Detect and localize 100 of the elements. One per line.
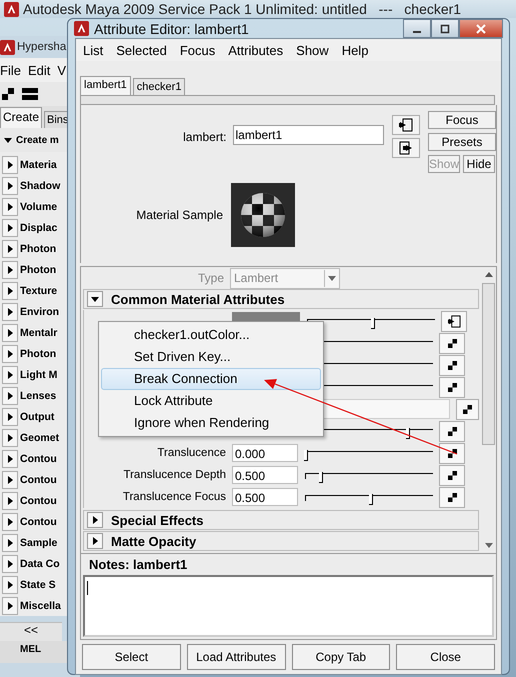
expand-button[interactable] <box>2 156 18 174</box>
expand-button[interactable] <box>2 386 18 404</box>
expand-button[interactable] <box>2 554 18 572</box>
category-item[interactable]: Photon <box>20 348 56 360</box>
category-item[interactable]: Contou <box>20 516 57 528</box>
presets-button[interactable]: Presets <box>428 133 496 151</box>
tab[interactable]: checker1 <box>132 78 186 95</box>
section-header[interactable]: Matte Opacity <box>111 534 196 548</box>
expand-button[interactable] <box>2 324 18 342</box>
context-menu-item[interactable]: checker1.outColor... <box>101 324 321 346</box>
category-item[interactable]: Contou <box>20 452 57 464</box>
menu-item[interactable]: File <box>0 62 21 78</box>
category-item[interactable]: Contou <box>20 474 57 486</box>
category-item[interactable]: Environ <box>20 306 60 318</box>
expand-button[interactable] <box>2 596 18 614</box>
category-item[interactable]: Miscella <box>20 600 61 612</box>
input-connection-button[interactable] <box>392 115 420 135</box>
context-menu-item[interactable]: Set Driven Key... <box>101 346 321 368</box>
slider-thumb[interactable] <box>319 472 324 483</box>
checker-icon[interactable] <box>2 88 14 100</box>
expand-button[interactable] <box>2 408 18 426</box>
expand-button[interactable] <box>2 428 18 446</box>
menu-item[interactable]: Focus <box>180 42 216 58</box>
category-item[interactable]: Light M <box>20 368 58 380</box>
category-item[interactable]: Photon <box>20 264 56 276</box>
category-item[interactable]: Data Co <box>20 558 60 570</box>
expand-button[interactable] <box>2 344 18 362</box>
category-item[interactable]: Lenses <box>20 390 56 402</box>
expand-button[interactable] <box>87 533 103 549</box>
expand-button[interactable] <box>87 512 103 528</box>
map-button[interactable] <box>439 464 465 486</box>
value-field[interactable]: 0.500 <box>232 466 298 484</box>
tab[interactable]: Create <box>0 107 42 128</box>
category-item[interactable]: Shadow <box>20 180 60 192</box>
expand-button[interactable] <box>2 492 18 510</box>
footer-button[interactable]: Load Attributes <box>186 644 286 670</box>
expand-button[interactable] <box>2 512 18 530</box>
expand-icon[interactable] <box>4 138 12 142</box>
category-item[interactable]: Mentalr <box>20 326 58 338</box>
expand-button[interactable] <box>2 302 18 320</box>
section-header[interactable]: Special Effects <box>111 512 204 528</box>
expand-button[interactable] <box>2 260 18 278</box>
category-item[interactable]: Materia <box>20 158 57 170</box>
expand-button[interactable] <box>2 218 18 236</box>
hide-button[interactable]: Hide <box>463 155 495 173</box>
menu-item[interactable]: Edit <box>28 62 50 78</box>
slider-thumb[interactable] <box>370 318 375 329</box>
close-button[interactable] <box>459 19 503 38</box>
category-item[interactable]: Photon <box>20 242 56 254</box>
footer-button[interactable]: Select <box>82 644 181 670</box>
category-item[interactable]: State S <box>20 578 56 590</box>
value-field[interactable]: 0.500 <box>232 488 298 506</box>
category-item[interactable]: Contou <box>20 494 57 506</box>
expand-button[interactable] <box>2 450 18 468</box>
category-item[interactable]: Sample <box>20 536 58 548</box>
map-button[interactable] <box>439 376 465 398</box>
footer-button[interactable]: Close <box>396 644 495 670</box>
map-button[interactable] <box>439 420 465 442</box>
expand-button[interactable] <box>2 198 18 216</box>
name-field[interactable]: lambert1 <box>232 125 384 145</box>
collapse-button[interactable]: << <box>0 622 62 641</box>
category-item[interactable]: Geomet <box>20 432 60 444</box>
menu-item[interactable]: List <box>83 42 104 58</box>
expand-button[interactable] <box>2 240 18 258</box>
notes-field[interactable] <box>83 575 494 637</box>
menu-item[interactable]: Show <box>296 42 329 58</box>
expand-button[interactable] <box>2 176 18 194</box>
output-connection-button[interactable] <box>392 138 420 158</box>
menu-item[interactable]: Help <box>342 42 368 58</box>
menu-item[interactable]: Attributes <box>228 42 284 58</box>
expand-button[interactable] <box>87 291 103 307</box>
tab[interactable]: lambert1 <box>80 76 131 95</box>
expand-button[interactable] <box>2 366 18 384</box>
map-button[interactable] <box>441 310 467 332</box>
slider-thumb[interactable] <box>304 450 308 461</box>
context-menu-item[interactable]: Break Connection <box>101 368 321 390</box>
category-item[interactable]: Displac <box>20 222 58 234</box>
expand-button[interactable] <box>2 470 18 488</box>
footer-button[interactable]: Copy Tab <box>292 644 390 670</box>
context-menu-item[interactable]: Ignore when Rendering <box>101 412 321 434</box>
slider-thumb[interactable] <box>368 494 373 505</box>
maximize-button[interactable] <box>431 19 459 38</box>
map-button[interactable] <box>456 398 479 420</box>
expand-button[interactable] <box>2 282 18 300</box>
context-menu-item[interactable]: Lock Attribute <box>101 390 321 412</box>
expand-button[interactable] <box>2 576 18 594</box>
focus-button[interactable]: Focus <box>428 111 496 129</box>
map-button[interactable] <box>439 332 465 354</box>
menu-item[interactable]: Selected <box>116 42 167 58</box>
category-item[interactable]: Texture <box>20 284 58 296</box>
map-button[interactable] <box>439 442 465 464</box>
map-button[interactable] <box>439 354 465 376</box>
category-item[interactable]: Output <box>20 410 54 422</box>
map-button[interactable] <box>439 486 465 508</box>
minimize-button[interactable] <box>403 19 431 38</box>
category-item[interactable]: Volume <box>20 200 58 212</box>
slider-thumb[interactable] <box>406 428 410 439</box>
value-field[interactable]: 0.000 <box>232 444 298 462</box>
expand-button[interactable] <box>2 534 18 552</box>
menu-item[interactable]: V <box>57 62 66 78</box>
